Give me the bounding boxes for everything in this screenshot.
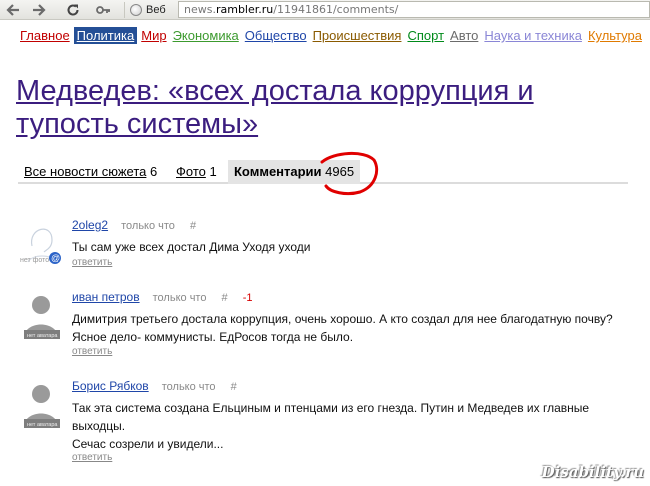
tab-all-news-count: 6 bbox=[150, 164, 158, 179]
nav-item-main[interactable]: Главное bbox=[18, 27, 72, 44]
tab-photo[interactable]: Фото 1 bbox=[176, 160, 217, 184]
avatar-label: нет фото bbox=[20, 257, 49, 264]
comment-rating: -1 bbox=[242, 292, 253, 304]
comment-header: иван петров только что # -1 bbox=[72, 290, 253, 304]
svg-text:@: @ bbox=[51, 253, 60, 263]
comment-time: только что bbox=[121, 220, 175, 232]
back-arrow-icon[interactable] bbox=[5, 2, 21, 18]
comment-item: нет аватара иван петров только что # -1 … bbox=[18, 290, 638, 360]
comment-text: Димитрия третьего достала коррупция, оче… bbox=[72, 312, 613, 344]
reply-link[interactable]: ответить bbox=[72, 346, 112, 357]
toolbar-divider bbox=[124, 2, 125, 18]
forward-arrow-icon[interactable] bbox=[31, 2, 47, 18]
nav-item-culture[interactable]: Культура bbox=[586, 27, 644, 44]
reply-link[interactable]: ответить bbox=[72, 257, 112, 268]
avatar: нет фото @ bbox=[18, 218, 66, 270]
globe-icon bbox=[130, 4, 142, 16]
tab-all-news-label: Все новости сюжета bbox=[24, 164, 147, 179]
nav-item-society[interactable]: Общество bbox=[243, 27, 309, 44]
comment-item: нет фото @ 2oleg2 только что # Ты сам уж… bbox=[18, 218, 638, 278]
nav-item-science[interactable]: Наука и техника bbox=[482, 27, 584, 44]
nav-item-economy[interactable]: Экономика bbox=[171, 27, 241, 44]
url-prefix: news. bbox=[184, 3, 216, 16]
web-search-tab[interactable]: Веб bbox=[130, 2, 166, 18]
comment-permalink[interactable]: # bbox=[222, 292, 228, 304]
comment-text: Так эта система создана Ельциным и птенц… bbox=[72, 401, 590, 451]
comment-permalink[interactable]: # bbox=[231, 381, 237, 393]
nav-item-auto[interactable]: Авто bbox=[448, 27, 480, 44]
browser-toolbar: Веб news.rambler.ru/11941861/comments/ bbox=[0, 0, 650, 20]
red-circle-annotation bbox=[320, 152, 379, 196]
nav-item-sport[interactable]: Спорт bbox=[405, 27, 446, 44]
nav-item-incidents[interactable]: Происшествия bbox=[311, 27, 404, 44]
tab-comments-label: Комментарии bbox=[234, 164, 322, 179]
url-host: rambler.ru bbox=[215, 3, 274, 16]
key-icon[interactable] bbox=[95, 2, 111, 18]
reply-link[interactable]: ответить bbox=[72, 452, 112, 463]
comment-author[interactable]: 2oleg2 bbox=[72, 218, 108, 232]
comment-author[interactable]: Борис Рябков bbox=[72, 379, 149, 393]
article-headline[interactable]: Медведев: «всех достала коррупция и тупо… bbox=[16, 75, 636, 141]
watermark: Disability.ru bbox=[541, 463, 644, 481]
address-bar[interactable]: news.rambler.ru/11941861/comments/ bbox=[178, 1, 650, 18]
comment-text: Ты сам уже всех достал Дима Уходя уходи bbox=[72, 240, 311, 254]
category-nav: Главное Политика Мир Экономика Общество … bbox=[18, 27, 646, 44]
avatar-label: нет аватара bbox=[27, 333, 58, 339]
avatar: нет аватара bbox=[18, 379, 66, 431]
nav-item-world[interactable]: Мир bbox=[139, 27, 168, 44]
comment-header: 2oleg2 только что # bbox=[72, 218, 208, 232]
reload-icon[interactable] bbox=[65, 2, 81, 18]
comment-header: Борис Рябков только что # bbox=[72, 379, 249, 393]
comment-time: только что bbox=[161, 381, 216, 393]
nav-item-politics[interactable]: Политика bbox=[73, 27, 138, 44]
comment-author[interactable]: иван петров bbox=[72, 290, 140, 304]
web-tab-label: Веб bbox=[146, 4, 166, 16]
tab-photo-count: 1 bbox=[209, 164, 217, 179]
avatar: нет аватара bbox=[18, 290, 66, 342]
avatar-label: нет аватара bbox=[27, 422, 58, 428]
comment-time: только что bbox=[152, 292, 207, 304]
tab-all-news[interactable]: Все новости сюжета 6 bbox=[24, 160, 157, 184]
comment-permalink[interactable]: # bbox=[190, 220, 196, 232]
url-path: /11941861/comments/ bbox=[273, 3, 399, 16]
comment-item: нет аватара Борис Рябков только что # Та… bbox=[18, 379, 638, 465]
tab-photo-label: Фото bbox=[176, 164, 206, 179]
